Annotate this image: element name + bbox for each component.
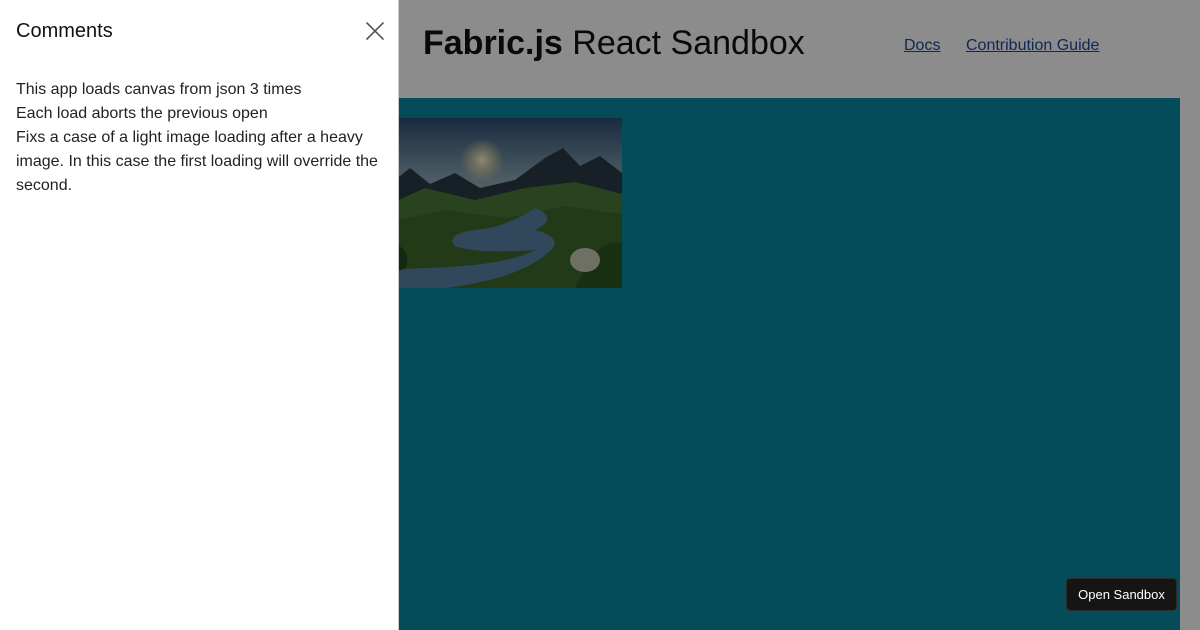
close-icon [366, 22, 384, 40]
drawer-title: Comments [16, 20, 113, 42]
comment-line: Fixs a case of a light image loading aft… [16, 129, 378, 194]
close-button[interactable] [363, 19, 387, 43]
comments-drawer: Comments This app loads canvas from json… [0, 0, 399, 630]
comment-line: This app loads canvas from json 3 times [16, 81, 302, 98]
comment-body: This app loads canvas from json 3 times … [16, 78, 386, 198]
comment-line: Each load aborts the previous open [16, 105, 268, 122]
page: Fabric.js React Sandbox Docs Contributio… [0, 0, 1200, 630]
open-sandbox-button[interactable]: Open Sandbox [1066, 578, 1177, 611]
